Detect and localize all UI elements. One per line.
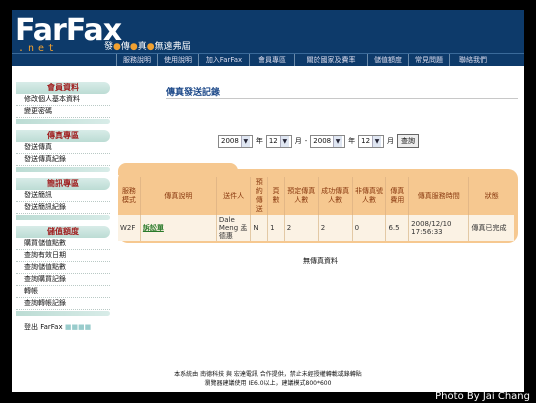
- sidebar-item-transfer-records[interactable]: 查詢轉帳記錄: [16, 298, 110, 310]
- title-divider: [166, 98, 518, 99]
- cell-pages: 1: [267, 215, 285, 241]
- col-fax-desc: 傳真說明: [140, 177, 217, 215]
- query-button[interactable]: 查詢: [397, 134, 420, 148]
- section-divider: [16, 167, 110, 172]
- slogan-part: 真: [137, 42, 147, 52]
- sidebar-item-sms-records[interactable]: 發送簡訊紀錄: [16, 202, 110, 214]
- chevron-down-icon: ▼: [240, 135, 250, 147]
- cell-status: 傳真已完成: [468, 215, 514, 241]
- cell-service-mode: W2F: [118, 215, 141, 241]
- sidebar-section-member: 會員資料: [16, 82, 110, 94]
- col-success-recipients: 成功傳真人數: [318, 177, 353, 215]
- month-label: 月: [294, 137, 302, 145]
- sidebar-item-fax-records[interactable]: 發送傳真紀錄: [16, 154, 110, 166]
- col-fee: 傳真費用: [385, 177, 410, 215]
- range-separator: -: [304, 137, 308, 145]
- slogan: 發●傳●真●無遠弗屆: [104, 42, 191, 52]
- nav-member-area[interactable]: 會員專區: [249, 54, 294, 66]
- page-title: 傳真發送記錄: [166, 88, 221, 98]
- nav-contact[interactable]: 聯絡我們: [449, 54, 496, 66]
- sidebar-item-purchase-records[interactable]: 查詢購買記錄: [16, 274, 110, 286]
- col-service-time: 傳真服務時間: [408, 177, 470, 215]
- cell-sender: Dale Meng 孟德惠: [216, 215, 252, 241]
- col-service-mode: 服務模式: [118, 177, 141, 215]
- table-header-row: 服務模式 傳真說明 送件人 預約傳送 頁數 預定傳真人數 成功傳真人數 非傳真號…: [118, 177, 514, 215]
- col-pages: 頁數: [267, 177, 285, 215]
- month-label: 月: [387, 137, 395, 145]
- fax-records-table: 服務模式 傳真說明 送件人 預約傳送 頁數 預定傳真人數 成功傳真人數 非傳真號…: [118, 177, 514, 241]
- col-planned-recipients: 預定傳真人數: [284, 177, 319, 215]
- month-from-select[interactable]: 12 ▼: [265, 134, 292, 148]
- year-to-select[interactable]: 2008 ▼: [310, 134, 346, 148]
- col-scheduled: 預約傳送: [250, 177, 269, 215]
- slogan-part: 傳: [120, 42, 130, 52]
- cell-success-recipients: 2: [318, 215, 353, 241]
- date-filter: 2008 ▼ 年 12 ▼ 月 - 2008 ▼ 年 12 ▼ 月 查詢: [218, 134, 420, 148]
- chevron-down-icon: ▼: [279, 135, 289, 147]
- logout-link[interactable]: 登出 FarFax ■■■■: [16, 322, 110, 333]
- nav-service-info[interactable]: 服務說明: [116, 54, 157, 66]
- cell-scheduled: N: [250, 215, 269, 241]
- nav-usage-info[interactable]: 使用說明: [157, 54, 198, 66]
- section-divider: [16, 215, 110, 220]
- month-to-select[interactable]: 12 ▼: [358, 134, 385, 148]
- chevron-down-icon: ▼: [372, 135, 382, 147]
- table-row: W2F 訴訟單 Dale Meng 孟德惠 N 1 2 2 0 6.5 2008…: [118, 215, 514, 241]
- browser-page: FarFax .net 發●傳●真●無遠弗屆 服務說明 使用說明 加入FarFa…: [12, 10, 524, 392]
- site-header: FarFax .net 發●傳●真●無遠弗屆 服務說明 使用說明 加入FarFa…: [12, 10, 524, 66]
- nav-faq[interactable]: 常見問題: [408, 54, 449, 66]
- col-sender: 送件人: [216, 177, 252, 215]
- section-divider: [16, 119, 110, 124]
- year-label: 年: [255, 137, 263, 145]
- slogan-part: 無遠弗屆: [154, 42, 191, 52]
- col-status: 狀態: [484, 191, 499, 200]
- logout-dots: ■■■■: [64, 323, 92, 331]
- sidebar-item-send-fax[interactable]: 發送傳真: [16, 142, 110, 154]
- year-from-select[interactable]: 2008 ▼: [218, 134, 253, 148]
- chevron-down-icon: ▼: [333, 135, 343, 147]
- cell-fax-desc: 訴訟單: [140, 215, 217, 241]
- sidebar: 會員資料 修改個人基本資料 變更密碼 傳真專區 發送傳真 發送傳真紀錄 簡訊專區…: [16, 76, 110, 333]
- logout-label: 登出 FarFax: [24, 323, 63, 331]
- photo-watermark: Photo By Jai Chang: [435, 391, 530, 402]
- footer-copyright: 本系統由 南德科技 與 宏達電訊 合作提供，禁止未經授權轉載或錄轉貼: [174, 371, 362, 378]
- month-to-value: 12: [361, 136, 371, 145]
- sidebar-item-transfer[interactable]: 轉帳: [16, 286, 110, 298]
- slogan-part: 發: [104, 42, 114, 52]
- sidebar-item-edit-profile[interactable]: 修改個人基本資料: [16, 94, 110, 106]
- cell-non-fax-recipients: 0: [352, 215, 387, 241]
- year-to-value: 2008: [313, 136, 332, 145]
- top-nav: 服務說明 使用說明 加入FarFax 會員專區 關於國家及費率 儲值額度 常見問…: [12, 53, 524, 66]
- sidebar-section-fax: 傳真專區: [16, 130, 110, 142]
- footer-browser-note: 瀏覽器建議使用 IE6.0以上，建議模式800*600: [204, 380, 332, 387]
- year-from-value: 2008: [221, 136, 239, 145]
- section-divider: [16, 311, 110, 316]
- year-label: 年: [348, 137, 356, 145]
- nav-join[interactable]: 加入FarFax: [198, 54, 249, 66]
- site-footer: 本系統由 南德科技 與 宏達電訊 合作提供，禁止未經授權轉載或錄轉貼 瀏覽器建議…: [12, 370, 524, 388]
- nav-credit[interactable]: 儲值額度: [367, 54, 408, 66]
- cell-fee: 6.5: [385, 215, 410, 241]
- sidebar-section-sms: 簡訊專區: [16, 178, 110, 190]
- sidebar-item-send-sms[interactable]: 發送簡訊: [16, 190, 110, 202]
- sidebar-item-change-password[interactable]: 變更密碼: [16, 106, 110, 118]
- cell-service-time: 2008/12/10 17:56:33: [408, 215, 470, 241]
- no-data-message: 無傳真資料: [303, 257, 338, 265]
- col-non-fax-recipients: 非傳真號人數: [352, 177, 387, 215]
- sidebar-item-buy-points[interactable]: 購買儲值點數: [16, 238, 110, 250]
- fax-desc-link[interactable]: 訴訟單: [143, 224, 164, 232]
- cell-planned-recipients: 2: [284, 215, 319, 241]
- nav-rates[interactable]: 關於國家及費率: [294, 54, 367, 66]
- sidebar-section-credit: 儲值額度: [16, 226, 110, 238]
- month-from-value: 12: [268, 136, 278, 145]
